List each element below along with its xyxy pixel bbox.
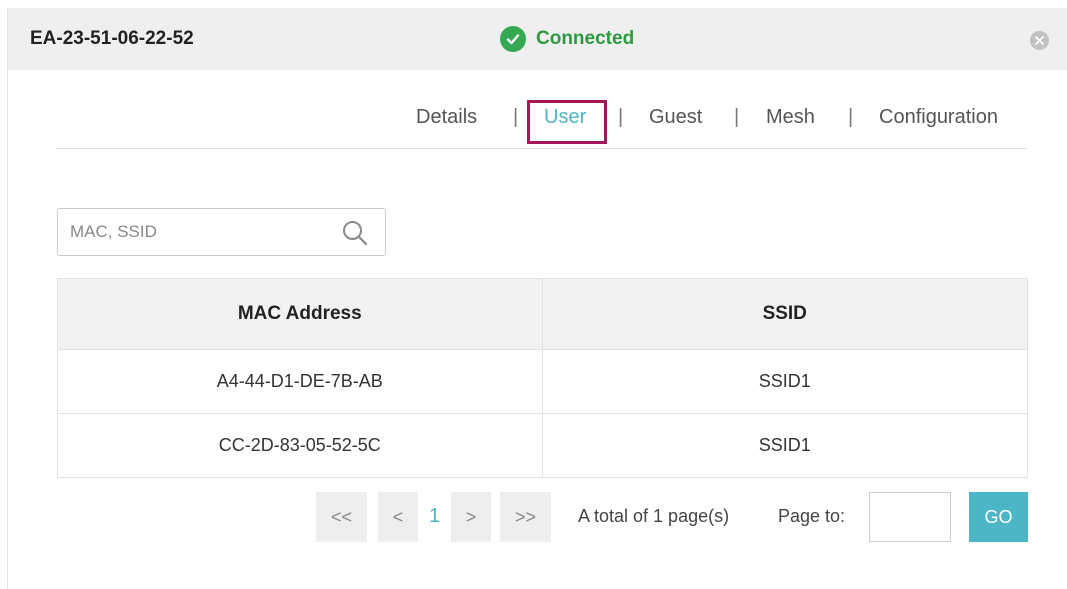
column-header-mac: MAC Address xyxy=(57,278,543,350)
pagination: << < 1 > >> A total of 1 page(s) Page to… xyxy=(8,492,1067,542)
table-row: CC-2D-83-05-52-5C SSID1 xyxy=(57,413,1028,478)
prev-page-button[interactable]: < xyxy=(378,492,418,542)
status-text: Connected xyxy=(536,28,635,49)
table-row: A4-44-D1-DE-7B-AB SSID1 xyxy=(57,349,1028,414)
search-box xyxy=(57,208,386,256)
tab-separator: | xyxy=(848,106,854,128)
check-circle-icon xyxy=(500,26,526,52)
tab-separator: | xyxy=(734,106,740,128)
page-number-current[interactable]: 1 xyxy=(429,505,440,528)
active-tab-highlight xyxy=(527,100,607,144)
tab-divider xyxy=(56,148,1027,149)
page-to-input[interactable] xyxy=(869,492,951,542)
search-icon[interactable] xyxy=(340,218,370,248)
page-to-label: Page to: xyxy=(778,506,846,526)
connection-status: Connected xyxy=(500,25,634,53)
panel-header: EA-23-51-06-22-52 Connected xyxy=(8,8,1067,70)
cell-ssid: SSID1 xyxy=(541,413,1028,478)
tab-configuration[interactable]: Configuration xyxy=(879,104,998,130)
first-page-button[interactable]: << xyxy=(316,492,367,542)
close-icon[interactable] xyxy=(1030,31,1049,50)
cell-ssid: SSID1 xyxy=(541,349,1028,414)
column-header-ssid: SSID xyxy=(541,278,1028,350)
device-name: EA-23-51-06-22-52 xyxy=(30,28,194,49)
cell-mac: CC-2D-83-05-52-5C xyxy=(57,413,543,478)
tab-guest[interactable]: Guest xyxy=(649,104,702,130)
search-input[interactable] xyxy=(70,219,330,245)
next-page-button[interactable]: > xyxy=(451,492,491,542)
user-table: MAC Address SSID A4-44-D1-DE-7B-AB SSID1… xyxy=(57,278,1028,478)
cell-mac: A4-44-D1-DE-7B-AB xyxy=(57,349,543,414)
last-page-button[interactable]: >> xyxy=(500,492,551,542)
tab-separator: | xyxy=(513,106,519,128)
tab-mesh[interactable]: Mesh xyxy=(766,104,815,130)
total-pages-text: A total of 1 page(s) xyxy=(578,506,730,526)
go-button[interactable]: GO xyxy=(969,492,1028,542)
tab-separator: | xyxy=(618,106,624,128)
table-header-row: MAC Address SSID xyxy=(57,278,1028,350)
tab-details[interactable]: Details xyxy=(416,104,477,130)
device-detail-panel: EA-23-51-06-22-52 Connected Details | Us… xyxy=(7,8,1067,589)
